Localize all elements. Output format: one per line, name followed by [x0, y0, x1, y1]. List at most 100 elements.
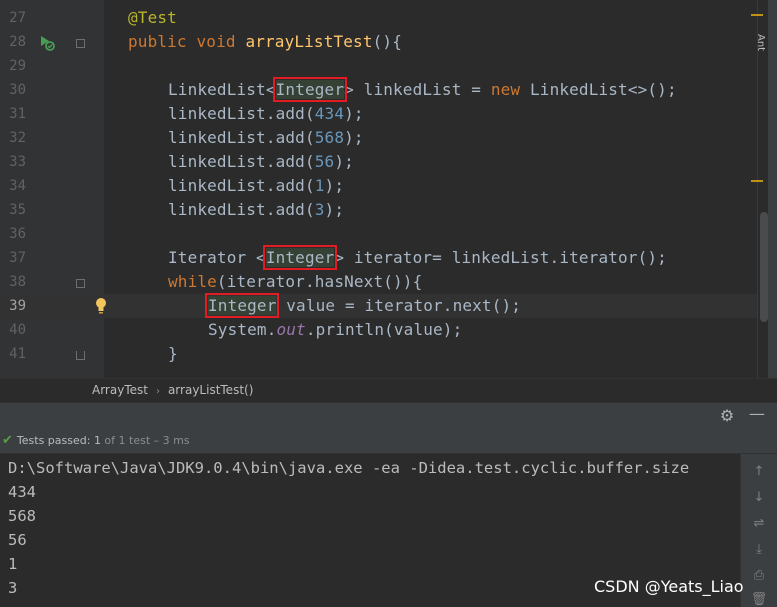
- line-number: 27: [9, 10, 26, 26]
- line-number: 29: [9, 58, 26, 74]
- code-line[interactable]: 30 LinkedList<Integer> linkedList = new …: [0, 77, 760, 102]
- line-number: 41: [9, 346, 26, 362]
- fold-end-marker-icon[interactable]: [76, 351, 85, 360]
- fold-marker-icon[interactable]: [76, 39, 85, 48]
- console-line: D:\Software\Java\JDK9.0.4\bin\java.exe -…: [8, 459, 690, 477]
- number-literal: 1: [314, 176, 325, 195]
- lightbulb-icon[interactable]: [94, 297, 108, 315]
- soft-wrap-icon[interactable]: ⇌: [747, 514, 771, 534]
- iterator-declaration: > iterator= linkedList.iterator();: [334, 248, 667, 267]
- right-tool-strip: [768, 0, 777, 378]
- add-call-end: );: [324, 200, 345, 219]
- number-literal: 434: [314, 104, 345, 123]
- code-line[interactable]: 34 linkedList.add(1);: [0, 174, 760, 198]
- watermark: CSDN @Yeats_Liao: [594, 577, 744, 596]
- line-number: 36: [9, 226, 26, 242]
- print-icon[interactable]: ⎙: [747, 566, 771, 586]
- scroll-up-icon[interactable]: ↑: [747, 462, 771, 482]
- ant-tool-tab[interactable]: Ant: [755, 34, 766, 51]
- code-line[interactable]: 41 }: [0, 342, 760, 366]
- println-call: .println(value);: [305, 320, 463, 339]
- editor-scrollbar-thumb[interactable]: [760, 212, 768, 322]
- number-literal: 3: [314, 200, 325, 219]
- code-line[interactable]: 27 @Test: [0, 6, 760, 30]
- code-line[interactable]: 32 linkedList.add(568);: [0, 126, 760, 150]
- add-call-end: );: [324, 176, 345, 195]
- warning-marker[interactable]: [751, 14, 763, 16]
- number-literal: 568: [314, 128, 345, 147]
- type-integer-highlight: Integer: [204, 293, 280, 318]
- tests-passed-detail: of 1 test – 3 ms: [100, 434, 190, 447]
- line-number: 28: [9, 34, 26, 50]
- type-linkedlist: LinkedList<: [168, 80, 276, 99]
- line-number: 34: [9, 178, 26, 194]
- add-call: linkedList.add(: [168, 200, 315, 219]
- code-line[interactable]: 28 public void arrayListTest(){: [0, 30, 760, 54]
- line-number: 39: [9, 298, 26, 314]
- line-number: 35: [9, 202, 26, 218]
- scroll-down-icon[interactable]: ↓: [747, 488, 771, 508]
- keyword-void: void: [196, 32, 236, 51]
- type-iterator: Iterator <: [168, 248, 266, 267]
- code-line[interactable]: 36: [0, 222, 760, 246]
- code-line[interactable]: 37 Iterator <Integer> iterator= linkedLi…: [0, 245, 760, 270]
- code-line[interactable]: 35 linkedList.add(3);: [0, 198, 760, 222]
- tests-passed-label: Tests passed:: [16, 434, 94, 447]
- code-line[interactable]: 40 System.out.println(value);: [0, 318, 760, 342]
- console-line: 3: [8, 579, 18, 597]
- code-line[interactable]: 38 while(iterator.hasNext()){: [0, 270, 760, 294]
- generic-integer-highlight: Integer: [262, 245, 338, 270]
- console-toolbar: ↑ ↓ ⇌ ⤓ ⎙ 🗑: [740, 454, 777, 607]
- breadcrumb-class[interactable]: ArrayTest: [92, 383, 148, 397]
- add-call: linkedList.add(: [168, 104, 315, 123]
- code-line-current[interactable]: 39 Integer value = iterator.next();: [0, 293, 760, 318]
- line-number: 37: [9, 250, 26, 266]
- line-number: 31: [9, 106, 26, 122]
- fold-marker-icon[interactable]: [76, 279, 85, 288]
- add-call: linkedList.add(: [168, 176, 315, 195]
- gear-icon[interactable]: ⚙: [718, 407, 736, 425]
- add-call-end: );: [344, 104, 364, 123]
- add-call-end: );: [334, 152, 354, 171]
- method-name: arrayListTest: [245, 32, 373, 51]
- generic-integer-highlight: Integer: [272, 77, 348, 102]
- while-condition: (iterator.hasNext()){: [216, 272, 423, 291]
- check-icon: ✔: [2, 433, 13, 448]
- console-line: 434: [8, 483, 36, 501]
- minimize-icon[interactable]: —: [748, 406, 766, 425]
- line-number: 40: [9, 322, 26, 338]
- static-field-out: out: [276, 320, 306, 339]
- code-line[interactable]: 29: [0, 54, 760, 78]
- constructor-call: LinkedList<>();: [520, 80, 677, 99]
- value-assignment: value = iterator.next();: [276, 296, 522, 315]
- code-line[interactable]: 33 linkedList.add(56);: [0, 150, 760, 174]
- method-parens: (){: [372, 32, 402, 51]
- console-line: 56: [8, 531, 27, 549]
- console-line: 1: [8, 555, 18, 573]
- tests-passed-count: 1: [93, 434, 101, 447]
- line-number: 32: [9, 130, 26, 146]
- console-line: 568: [8, 507, 36, 525]
- closing-brace: }: [168, 344, 178, 363]
- annotation-test: @Test: [128, 8, 177, 27]
- breadcrumb-method[interactable]: arrayListTest(): [168, 383, 253, 397]
- keyword-public: public: [128, 32, 187, 51]
- line-number: 38: [9, 274, 26, 290]
- test-status-bar: ✔ Tests passed: 1 of 1 test – 3 ms: [0, 430, 777, 454]
- run-test-icon[interactable]: [38, 34, 56, 52]
- run-tool-window-header: ⚙ —: [0, 402, 777, 430]
- system-class: System.: [208, 320, 277, 339]
- warning-marker[interactable]: [751, 180, 763, 182]
- code-editor[interactable]: 27 @Test 28 public void arrayListTest(){…: [0, 0, 777, 378]
- trash-icon[interactable]: 🗑: [747, 590, 771, 607]
- keyword-new: new: [490, 80, 521, 99]
- number-literal: 56: [314, 152, 335, 171]
- add-call-end: );: [344, 128, 364, 147]
- line-number: 33: [9, 154, 26, 170]
- add-call: linkedList.add(: [168, 128, 315, 147]
- declaration-rest: > linkedList =: [344, 80, 491, 99]
- code-line[interactable]: 31 linkedList.add(434);: [0, 102, 760, 126]
- scroll-to-end-icon[interactable]: ⤓: [747, 540, 771, 560]
- breadcrumb-separator: ›: [155, 386, 160, 397]
- keyword-while: while: [168, 272, 217, 291]
